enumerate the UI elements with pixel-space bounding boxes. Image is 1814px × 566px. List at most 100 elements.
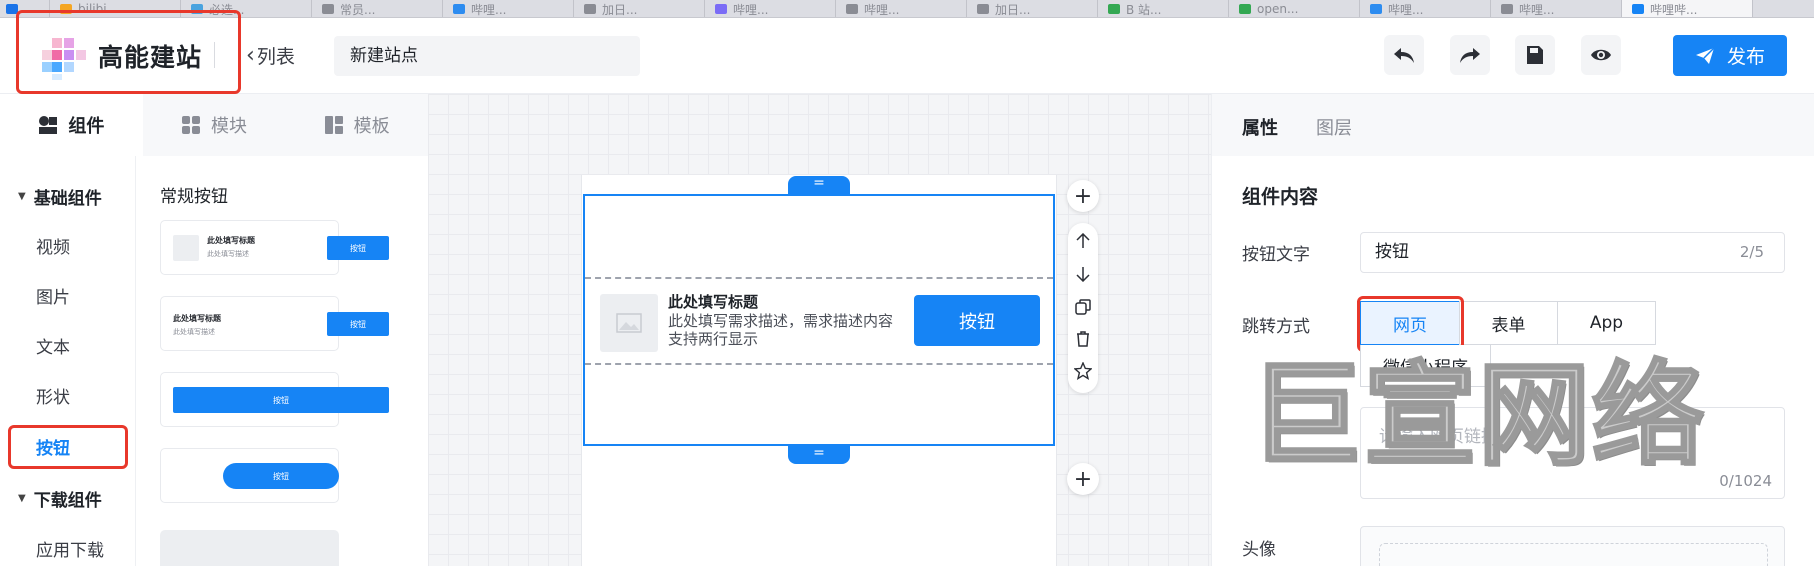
button-text-input[interactable]: 按钮 2/5	[1360, 232, 1785, 273]
browser-tab-label: 常员...	[340, 2, 376, 17]
tab-templates[interactable]: 模板	[285, 94, 428, 156]
jump-mode-label: 跳转方式	[1242, 317, 1310, 337]
favicon-icon	[846, 4, 858, 14]
group-basic-components[interactable]: ▼ 基础组件	[18, 184, 102, 209]
caret-down-icon: ▼	[18, 191, 26, 202]
button-component[interactable]: 此处填写标题 此处填写需求描述，需求描述内容支持两行显示 按钮	[585, 277, 1053, 365]
component-category-list: ▼ 基础组件 视频 图片 文本 形状 按钮 ▼ 下载组件 应用下载	[0, 156, 136, 566]
tab-templates-label: 模板	[353, 116, 390, 137]
favicon-icon	[977, 4, 989, 14]
left-panel: ▼ 基础组件 视频 图片 文本 形状 按钮 ▼ 下载组件 应用下载 常规按钮 此…	[0, 156, 428, 566]
preset-button-pill[interactable]: 按钮	[160, 448, 339, 503]
delete-icon[interactable]	[1073, 329, 1093, 349]
browser-tab[interactable]: open...	[1229, 0, 1360, 17]
browser-tab[interactable]: 常员...	[312, 0, 443, 17]
browser-tab-label: B 站...	[1126, 2, 1162, 17]
browser-tab[interactable]: 加日...	[574, 0, 705, 17]
category-item-image[interactable]: 图片	[36, 283, 70, 308]
tab-components-label: 组件	[68, 116, 105, 137]
preview-button[interactable]	[1581, 35, 1621, 75]
preset-button-full-width[interactable]: 按钮	[160, 372, 389, 427]
preset-button-with-text[interactable]: 此处填写标题 此处填写描述 按钮	[160, 296, 389, 351]
save-icon	[1527, 46, 1543, 64]
component-button[interactable]: 按钮	[914, 295, 1040, 346]
component-description[interactable]: 此处填写需求描述，需求描述内容支持两行显示	[668, 312, 898, 348]
link-placeholder: 请输入网页链接	[1379, 427, 1498, 447]
avatar-dropzone[interactable]	[1379, 543, 1768, 566]
image-placeholder-icon	[173, 235, 199, 261]
browser-tab[interactable]: 哔哩...	[1360, 0, 1491, 17]
browser-tab-label: 哔哩...	[864, 2, 900, 17]
image-placeholder	[600, 294, 658, 352]
undo-icon	[1394, 48, 1414, 63]
publish-button[interactable]: 发布	[1673, 35, 1787, 76]
favicon-icon	[584, 4, 596, 14]
save-button[interactable]	[1515, 35, 1555, 75]
favicon-icon	[1632, 4, 1644, 14]
jump-option-app[interactable]: App	[1557, 301, 1656, 345]
browser-tab[interactable]: 哔哩...	[836, 0, 967, 17]
chevron-left-icon: ‹	[246, 43, 255, 68]
favicon-icon	[1370, 4, 1382, 14]
browser-tab[interactable]: 哔哩...	[1491, 0, 1622, 17]
redo-icon	[1460, 48, 1480, 63]
image-icon	[616, 313, 642, 333]
browser-tab[interactable]: 哔哩...	[705, 0, 836, 17]
bottom-resize-handle[interactable]: =	[788, 446, 850, 464]
template-icon	[324, 116, 343, 134]
browser-tab-label: 哔哩哔...	[1650, 2, 1698, 17]
browser-tab-label: 加日...	[602, 2, 638, 17]
add-below-button[interactable]: +	[1067, 463, 1099, 495]
preset-button: 按钮	[327, 236, 389, 260]
tab-components[interactable]: 组件	[0, 94, 143, 156]
browser-tab-strip: bilibi... 必选... 常员... 哔哩... 加日... 哔哩... 哔哩... 加…	[0, 0, 1814, 18]
logo-icon	[42, 38, 86, 80]
group-download-components[interactable]: ▼ 下载组件	[18, 486, 102, 511]
publish-label: 发布	[1726, 46, 1765, 68]
back-to-list-link[interactable]: ‹ 列表	[246, 42, 295, 69]
browser-tab[interactable]: 哔哩...	[443, 0, 574, 17]
preset-button-with-image[interactable]: 此处填写标题 此处填写描述 按钮	[160, 220, 389, 275]
category-item-button[interactable]: 按钮	[36, 434, 70, 459]
browser-tab-label: 哔哩...	[471, 2, 507, 17]
char-count: 2/5	[1739, 243, 1764, 261]
preset-item-partial[interactable]	[160, 530, 339, 566]
star-icon[interactable]	[1073, 361, 1093, 381]
link-url-textarea[interactable]: 请输入网页链接 0/1024	[1360, 407, 1785, 499]
favicon-icon	[1501, 4, 1513, 14]
category-item-text[interactable]: 文本	[36, 333, 70, 358]
favicon-icon	[1108, 4, 1120, 14]
avatar-upload[interactable]	[1360, 526, 1785, 566]
component-title[interactable]: 此处填写标题	[668, 291, 758, 312]
add-above-button[interactable]: +	[1067, 180, 1099, 212]
move-down-icon[interactable]	[1073, 264, 1093, 284]
copy-icon[interactable]	[1073, 297, 1093, 317]
undo-button[interactable]	[1384, 35, 1424, 75]
tab-properties[interactable]: 属性	[1242, 114, 1278, 140]
preset-desc: 此处填写描述	[207, 250, 249, 258]
category-item-video[interactable]: 视频	[36, 233, 70, 258]
preset-section-title: 常规按钮	[160, 187, 228, 207]
category-item-app-download[interactable]: 应用下载	[36, 536, 104, 561]
avatar-label: 头像	[1242, 540, 1276, 560]
jump-option-mini-program[interactable]: 微信小程序	[1360, 345, 1491, 387]
move-up-icon[interactable]	[1073, 231, 1093, 251]
preset-button: 按钮	[327, 312, 389, 336]
category-item-shape[interactable]: 形状	[36, 383, 70, 408]
favicon-icon	[322, 4, 334, 14]
browser-tab[interactable]: B 站...	[1098, 0, 1229, 17]
preset-button: 按钮	[223, 463, 339, 489]
preset-desc: 此处填写描述	[173, 328, 215, 336]
redo-button[interactable]	[1450, 35, 1490, 75]
tab-modules[interactable]: 模块	[143, 94, 286, 156]
top-resize-handle[interactable]: =	[788, 176, 850, 194]
favicon-icon	[715, 4, 727, 14]
back-label: 列表	[256, 46, 295, 68]
browser-tab[interactable]: 加日...	[967, 0, 1098, 17]
tab-layers[interactable]: 图层	[1316, 114, 1352, 140]
button-text-label: 按钮文字	[1242, 245, 1310, 265]
site-name-input[interactable]: 新建站点	[334, 36, 640, 76]
browser-tab-label: 哔哩...	[1388, 2, 1424, 17]
browser-tab[interactable]: 哔哩哔...	[1622, 0, 1753, 17]
jump-option-form[interactable]: 表单	[1459, 301, 1558, 345]
